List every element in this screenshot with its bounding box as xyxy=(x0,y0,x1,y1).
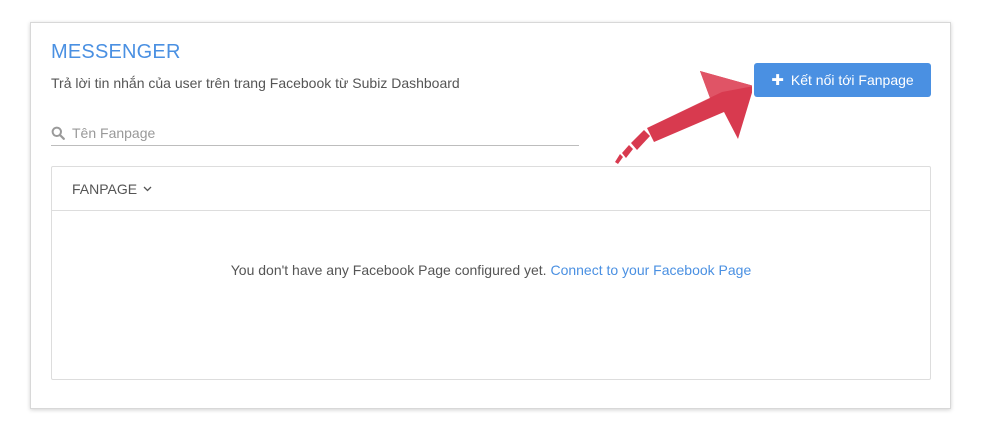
fanpage-table: FANPAGE You don't have any Facebook Page… xyxy=(51,166,931,380)
connect-fanpage-button[interactable]: ✚ Kết nối tới Fanpage xyxy=(754,63,931,97)
connect-fanpage-label: Kết nối tới Fanpage xyxy=(790,72,914,88)
search-icon xyxy=(51,126,65,140)
connect-facebook-link[interactable]: Connect to your Facebook Page xyxy=(550,262,751,278)
plus-icon: ✚ xyxy=(771,72,784,89)
empty-state: You don't have any Facebook Page configu… xyxy=(52,262,930,278)
fanpage-column-header[interactable]: FANPAGE xyxy=(72,181,152,197)
table-header: FANPAGE xyxy=(52,167,930,211)
chevron-down-icon xyxy=(143,186,152,191)
search-input[interactable] xyxy=(70,124,579,142)
page-subtitle: Trả lời tin nhắn của user trên trang Fac… xyxy=(51,75,460,91)
column-label: FANPAGE xyxy=(72,180,138,197)
fanpage-search xyxy=(51,121,579,146)
page-title: MESSENGER xyxy=(51,41,181,63)
empty-message: You don't have any Facebook Page configu… xyxy=(230,262,547,278)
messenger-card: MESSENGER Trả lời tin nhắn của user trên… xyxy=(30,22,951,409)
arrow-pointer-icon xyxy=(615,71,752,164)
